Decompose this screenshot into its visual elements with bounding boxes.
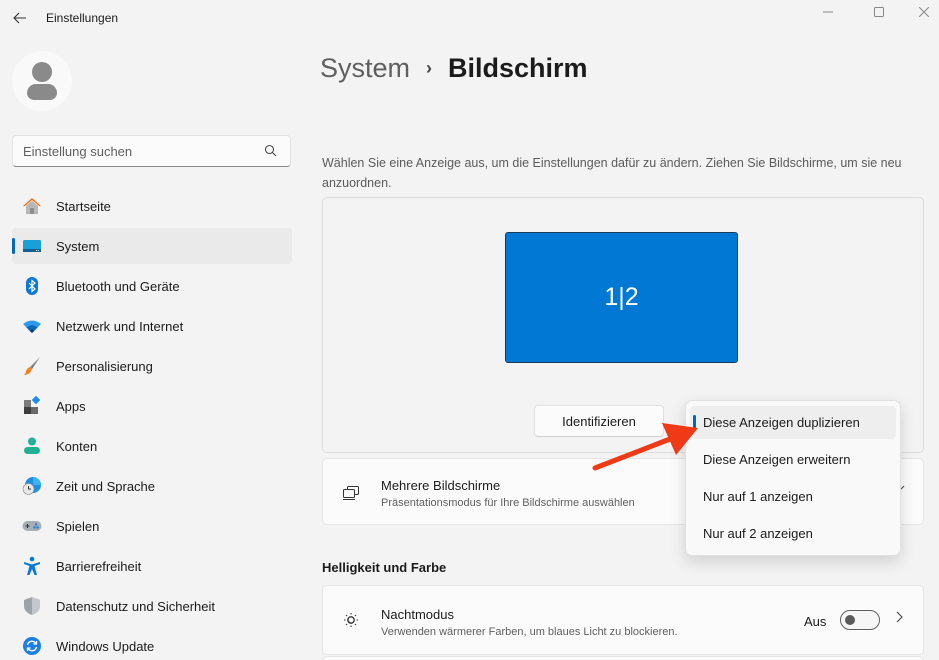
night-mode-card[interactable]: Nachtmodus Verwenden wärmerer Farben, um… (322, 585, 924, 655)
active-indicator (12, 238, 15, 254)
section-heading-brightness: Helligkeit und Farbe (322, 560, 447, 575)
sidebar-item-startseite[interactable]: Startseite (12, 188, 292, 224)
back-button[interactable] (8, 6, 32, 30)
brush-icon (22, 356, 42, 376)
maximize-button[interactable] (856, 0, 902, 24)
multiple-displays-title: Mehrere Bildschirme (381, 478, 501, 493)
sidebar-item-personalisierung[interactable]: Personalisierung (12, 348, 292, 384)
close-button[interactable] (901, 0, 939, 24)
sidebar-item-label: Windows Update (56, 638, 155, 654)
maximize-icon (874, 7, 884, 17)
night-mode-title: Nachtmodus (381, 607, 454, 622)
sidebar-item-label: Netzwerk und Internet (56, 318, 184, 334)
next-setting-card[interactable] (322, 656, 924, 660)
accessibility-icon (22, 556, 42, 576)
user-avatar[interactable] (12, 51, 72, 111)
night-mode-toggle[interactable] (840, 610, 880, 630)
gamepad-icon (22, 516, 42, 536)
time-language-icon (22, 476, 42, 496)
sidebar-item-zeit-sprache[interactable]: Zeit und Sprache (12, 468, 292, 504)
account-icon (22, 436, 42, 456)
dropdown-option-extend[interactable]: Diese Anzeigen erweitern (690, 443, 896, 476)
breadcrumb-separator: › (426, 58, 433, 78)
arrow-left-icon (13, 12, 26, 24)
minimize-icon (823, 11, 833, 13)
sidebar-item-system[interactable]: System (12, 228, 292, 264)
page-title: Bildschirm (448, 53, 588, 83)
bluetooth-icon (22, 276, 42, 296)
monitor-label: 1|2 (604, 283, 639, 311)
breadcrumb-parent[interactable]: System (320, 53, 410, 84)
identify-button[interactable]: Identifizieren (534, 405, 664, 437)
sidebar-item-spielen[interactable]: Spielen (12, 508, 292, 544)
sidebar-item-barrierefreiheit[interactable]: Barrierefreiheit (12, 548, 292, 584)
avatar-head (32, 62, 52, 82)
dropdown-option-only-1[interactable]: Nur auf 1 anzeigen (690, 480, 896, 513)
night-mode-state: Aus (804, 614, 827, 629)
dropdown-option-label: Diese Anzeigen erweitern (703, 452, 851, 467)
sidebar-item-label: Konten (56, 438, 98, 454)
toggle-knob (845, 615, 855, 625)
multiple-displays-icon (343, 486, 359, 500)
wifi-icon (22, 316, 42, 336)
sidebar-item-konten[interactable]: Konten (12, 428, 292, 464)
dropdown-option-label: Nur auf 2 anzeigen (703, 526, 813, 541)
display-description: Wählen Sie eine Anzeige aus, um die Eins… (322, 156, 902, 190)
sidebar-item-label: Startseite (56, 198, 111, 214)
dropdown-option-duplicate[interactable]: Diese Anzeigen duplizieren (690, 406, 896, 439)
app-title: Einstellungen (46, 11, 119, 25)
breadcrumb: System › Bildschirm (320, 53, 588, 84)
sidebar-item-label: Barrierefreiheit (56, 558, 142, 574)
sidebar-nav: Startseite System Bluetooth und Geräte N… (12, 188, 292, 660)
selected-indicator (693, 415, 696, 431)
sidebar-item-label: Zeit und Sprache (56, 478, 156, 494)
chevron-right-icon[interactable] (894, 610, 904, 624)
minimize-button[interactable] (805, 0, 851, 24)
dropdown-option-label: Diese Anzeigen duplizieren (703, 415, 860, 430)
avatar-body (27, 84, 57, 100)
multiple-displays-subtitle: Präsentationsmodus für Ihre Bildschirme … (381, 497, 635, 509)
search-icon[interactable] (264, 144, 278, 158)
sidebar-item-netzwerk[interactable]: Netzwerk und Internet (12, 308, 292, 344)
sidebar-item-label: Apps (56, 398, 86, 414)
update-icon (22, 636, 42, 656)
dropdown-option-label: Nur auf 1 anzeigen (703, 489, 813, 504)
sidebar-item-label: Datenschutz und Sicherheit (56, 598, 215, 614)
sidebar-item-label: Spielen (56, 518, 100, 534)
apps-icon (22, 396, 42, 416)
system-icon (22, 236, 42, 256)
sidebar-item-datenschutz[interactable]: Datenschutz und Sicherheit (12, 588, 292, 624)
home-icon (22, 196, 42, 216)
sidebar-item-label: System (56, 238, 100, 254)
monitor-tile[interactable]: 1|2 (505, 232, 738, 363)
search-input[interactable] (13, 136, 253, 166)
title-bar: Einstellungen (0, 0, 939, 38)
close-icon (919, 7, 929, 17)
dropdown-option-only-2[interactable]: Nur auf 2 anzeigen (690, 517, 896, 550)
settings-search[interactable] (12, 135, 291, 167)
sidebar-item-bluetooth[interactable]: Bluetooth und Geräte (12, 268, 292, 304)
sidebar-item-label: Bluetooth und Geräte (56, 278, 180, 294)
shield-icon (22, 596, 42, 616)
sidebar-item-apps[interactable]: Apps (12, 388, 292, 424)
display-mode-dropdown[interactable]: Diese Anzeigen duplizieren Diese Anzeige… (685, 400, 901, 556)
sidebar-item-label: Personalisierung (56, 358, 153, 374)
night-light-icon (344, 613, 358, 627)
sidebar-item-windows-update[interactable]: Windows Update (12, 628, 292, 660)
night-mode-subtitle: Verwenden wärmerer Farben, um blaues Lic… (381, 626, 678, 638)
